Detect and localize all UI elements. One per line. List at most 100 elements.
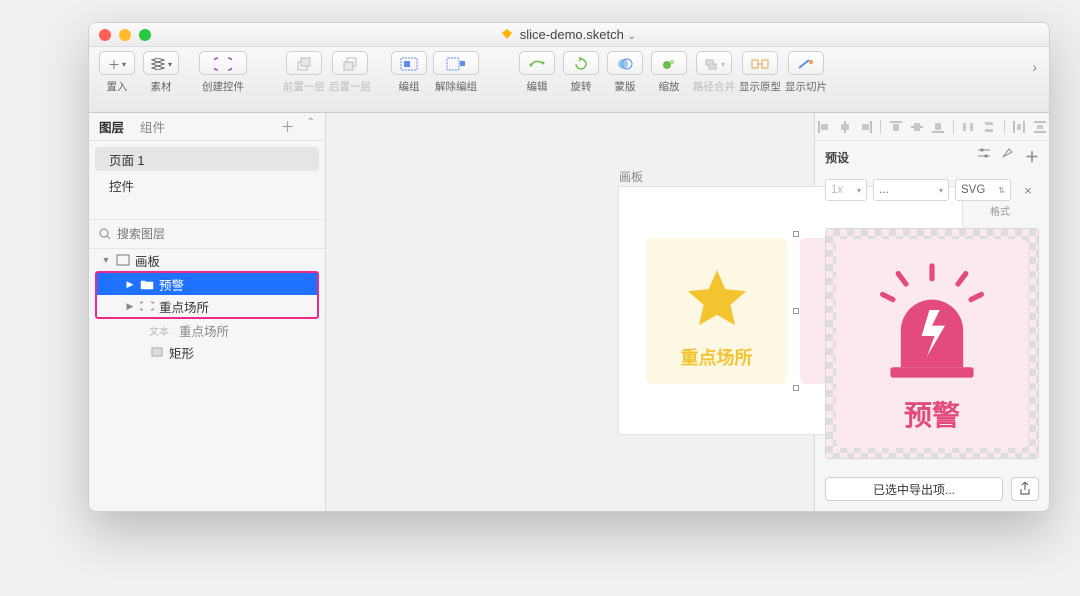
layer-rect[interactable]: 矩形 — [89, 341, 325, 363]
backward-button[interactable] — [332, 51, 368, 75]
assets-button[interactable]: ▾ — [143, 51, 179, 75]
align-top-button[interactable] — [887, 118, 904, 136]
title-area[interactable]: slice-demo.sketch ⌄ — [89, 27, 1049, 42]
artboard-name[interactable]: 画板 — [619, 168, 643, 185]
edit-label: 编辑 — [527, 79, 548, 94]
toolbar-overflow-button[interactable]: › — [1032, 51, 1041, 75]
chevron-down-icon: ⌄ — [627, 31, 635, 42]
toolbar-rotate: 旋转 — [561, 51, 601, 94]
knife-icon[interactable] — [1001, 147, 1015, 167]
create-symbol-button[interactable] — [199, 51, 247, 75]
create-symbol-label: 创建控件 — [202, 79, 244, 94]
align-hcenter-button[interactable] — [836, 118, 853, 136]
layer-label: 矩形 — [169, 343, 194, 362]
add-page-button[interactable]: ＋ — [281, 117, 295, 137]
titlebar: slice-demo.sketch ⌄ — [89, 23, 1049, 47]
group-button[interactable] — [391, 51, 427, 75]
align-right-button[interactable] — [857, 118, 874, 136]
disclosure-right-icon: ▶ — [125, 279, 135, 290]
tidy-v-button[interactable] — [1032, 118, 1049, 136]
toolbar-show-prototype: 显示原型 — [739, 51, 781, 94]
page-item[interactable]: 控件 — [95, 173, 319, 197]
card-key-place[interactable]: 重点场所 — [646, 238, 787, 384]
symbol-icon — [214, 56, 232, 72]
remove-preset-button[interactable]: × — [1017, 179, 1039, 201]
tab-layers[interactable]: 图层 — [99, 117, 124, 136]
chevron-down-icon: ▾ — [939, 186, 943, 195]
prototype-icon — [751, 57, 769, 71]
share-button[interactable] — [1011, 477, 1039, 501]
preset-header: 预设 ＋ — [815, 141, 1049, 173]
export-button[interactable]: 已选中导出项... — [825, 477, 1003, 501]
format-field[interactable]: SVG ⇅ — [955, 179, 1011, 201]
rotate-label: 旋转 — [571, 79, 592, 94]
edit-button[interactable] — [519, 51, 555, 75]
edit-icon — [529, 57, 545, 71]
format-value: SVG — [961, 184, 985, 196]
align-bottom-button[interactable] — [930, 118, 947, 136]
size-field[interactable]: 1x ▾ — [825, 179, 867, 201]
layer-label: 重点场所 — [179, 321, 229, 340]
chevron-down-icon: ▾ — [168, 60, 172, 69]
ungroup-label: 解除编组 — [435, 79, 477, 94]
insert-button[interactable]: ＋ ▾ — [99, 51, 135, 75]
layer-warning[interactable]: ▶ 预警 — [97, 273, 317, 295]
chevron-down-icon: ▾ — [857, 186, 861, 195]
text-prefix: 文本 — [149, 323, 169, 338]
tab-components[interactable]: 组件 — [140, 117, 165, 136]
show-slices-button[interactable] — [788, 51, 824, 75]
mask-label: 蒙版 — [615, 79, 636, 94]
distribute-v-button[interactable] — [981, 118, 998, 136]
union-label: 路径合并 — [693, 79, 735, 94]
updown-icon: ⇅ — [998, 186, 1005, 195]
show-prototype-button[interactable] — [742, 51, 778, 75]
forward-button[interactable] — [286, 51, 322, 75]
toolbar-create-symbol: 创建控件 — [199, 51, 247, 94]
insert-label: 置入 — [107, 79, 128, 94]
folder-icon — [139, 277, 155, 291]
sidebar-tabs: 图层 组件 ＋ ⌃ — [89, 113, 325, 141]
disclosure-right-icon: ▶ — [125, 301, 135, 312]
show-prototype-label: 显示原型 — [739, 79, 781, 94]
toolbar: ＋ ▾ 置入 ▾ 素材 创建控件 前置一 — [89, 47, 1049, 113]
scale-button[interactable] — [651, 51, 687, 75]
distribute-h-button[interactable] — [960, 118, 977, 136]
send-backward-icon — [342, 57, 358, 71]
backward-label: 后置一层 — [329, 79, 371, 94]
prefix-field[interactable]: ... ▾ — [873, 179, 949, 201]
symbol-icon — [139, 299, 155, 313]
mask-button[interactable] — [607, 51, 643, 75]
mask-icon — [617, 57, 633, 71]
toolbar-edit: 编辑 — [517, 51, 557, 94]
format-label: 格式 — [961, 203, 1039, 218]
sketch-file-icon — [502, 29, 512, 39]
toolbar-assets: ▾ 素材 — [141, 51, 181, 94]
add-preset-button[interactable]: ＋ — [1025, 147, 1039, 167]
toolbar-insert: ＋ ▾ 置入 — [97, 51, 137, 94]
align-left-button[interactable] — [815, 118, 832, 136]
layer-artboard[interactable]: ▼ 画板 — [89, 249, 325, 271]
sidebar: 图层 组件 ＋ ⌃ 页面 1 控件 ▼ — [89, 113, 326, 511]
rotate-button[interactable] — [563, 51, 599, 75]
layer-key-place[interactable]: ▶ 重点场所 — [97, 295, 317, 317]
canvas[interactable]: 画板 重点场所 — [326, 113, 814, 511]
chevron-down-icon: ▾ — [122, 60, 126, 69]
page-item[interactable]: 页面 1 — [95, 147, 319, 171]
alarm-icon — [867, 258, 997, 388]
toolbar-ungroup: 解除编组 — [433, 51, 479, 94]
layer-key-place-text[interactable]: 文本 重点场所 — [89, 319, 325, 341]
export-row: 已选中导出项... — [815, 469, 1049, 511]
union-button[interactable]: ▾ — [696, 51, 732, 75]
page-label: 控件 — [109, 176, 134, 195]
tidy-h-button[interactable] — [1011, 118, 1028, 136]
align-vcenter-button[interactable] — [908, 118, 925, 136]
settings-icon[interactable] — [977, 147, 991, 167]
preset-row: 1x ▾ ... ▾ SVG ⇅ × — [815, 173, 1049, 201]
chevron-down-icon: ▾ — [721, 60, 725, 69]
ungroup-button[interactable] — [433, 51, 479, 75]
collapse-icon[interactable]: ⌃ — [307, 117, 315, 137]
toolbar-scale: 缩放 — [649, 51, 689, 94]
search-input[interactable] — [117, 227, 315, 241]
bring-forward-icon — [296, 57, 312, 71]
search-field[interactable] — [89, 219, 325, 249]
